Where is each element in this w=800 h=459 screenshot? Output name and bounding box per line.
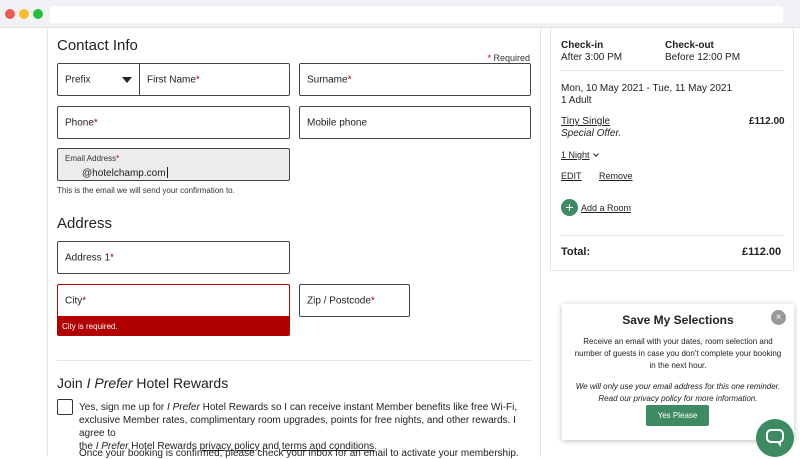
first-name-field[interactable]: First Name* xyxy=(139,63,290,96)
phone-field[interactable]: Phone* xyxy=(57,106,290,139)
surname-field[interactable]: Surname* xyxy=(299,63,531,96)
total-value: £112.00 xyxy=(742,246,782,258)
booking-summary: Check-in After 3:00 PM Check-out Before … xyxy=(550,28,794,271)
zip-field[interactable]: Zip / Postcode* xyxy=(299,284,410,317)
address-bar[interactable] xyxy=(50,6,783,23)
maximize-window-icon[interactable] xyxy=(33,9,43,19)
address1-field[interactable]: Address 1* xyxy=(57,241,290,274)
close-window-icon[interactable] xyxy=(5,9,15,19)
address-heading: Address xyxy=(57,215,113,232)
yes-please-button[interactable]: Yes Please xyxy=(646,405,709,426)
popup-note: We will only use your email address for … xyxy=(575,382,781,403)
prefix-select[interactable]: Prefix xyxy=(57,63,140,96)
add-room-link[interactable]: Add a Room xyxy=(581,203,631,213)
prefix-label: Prefix xyxy=(65,74,91,85)
close-icon[interactable]: × xyxy=(771,310,786,325)
contact-heading: Contact Info xyxy=(57,37,138,54)
city-error-message: City is required. xyxy=(57,317,290,336)
dropdown-caret-icon xyxy=(122,77,132,83)
chevron-down-icon xyxy=(592,151,599,157)
popup-title: Save My Selections xyxy=(622,313,734,327)
email-helper-text: This is the email we will send your conf… xyxy=(57,186,235,195)
chat-icon xyxy=(766,429,784,443)
edit-link[interactable]: EDIT xyxy=(561,171,582,181)
popup-body: Receive an email with your dates, room s… xyxy=(574,337,782,370)
nights-dropdown[interactable]: 1 Night xyxy=(561,150,599,160)
save-selections-popup: Save My Selections × Receive an email wi… xyxy=(562,304,794,440)
plus-icon[interactable]: + xyxy=(561,199,578,216)
email-field[interactable]: Email Address* @hotelchamp.com xyxy=(57,148,290,181)
browser-chrome xyxy=(0,0,800,28)
total-label: Total: xyxy=(561,246,591,258)
room-price: £112.00 xyxy=(749,116,785,127)
room-offer: Special Offer. xyxy=(561,128,622,139)
required-note: * Required xyxy=(487,53,530,63)
checkin-label: Check-in xyxy=(561,40,604,51)
remove-link[interactable]: Remove xyxy=(599,171,633,181)
mobile-phone-field[interactable]: Mobile phone xyxy=(299,106,531,139)
chat-button[interactable] xyxy=(756,419,794,457)
room-name-link[interactable]: Tiny Single xyxy=(561,116,610,127)
guest-count: 1 Adult xyxy=(561,95,592,106)
minimize-window-icon[interactable] xyxy=(19,9,29,19)
booking-form: Contact Info * Required Prefix First Nam… xyxy=(47,28,541,459)
rewards-footer-text: Once your booking is confirmed, please c… xyxy=(79,448,519,459)
checkin-value: After 3:00 PM xyxy=(561,52,623,63)
rewards-signup-text: Yes, sign me up for I Prefer Hotel Rewar… xyxy=(79,402,518,452)
checkout-value: Before 12:00 PM xyxy=(665,52,741,63)
city-field[interactable]: City* xyxy=(57,284,290,317)
checkout-label: Check-out xyxy=(665,40,714,51)
section-divider xyxy=(57,360,531,361)
rewards-heading: Join I Prefer Hotel Rewards xyxy=(57,375,229,391)
rewards-signup-checkbox[interactable] xyxy=(57,399,73,415)
stay-dates: Mon, 10 May 2021 - Tue, 11 May 2021 xyxy=(561,83,733,94)
